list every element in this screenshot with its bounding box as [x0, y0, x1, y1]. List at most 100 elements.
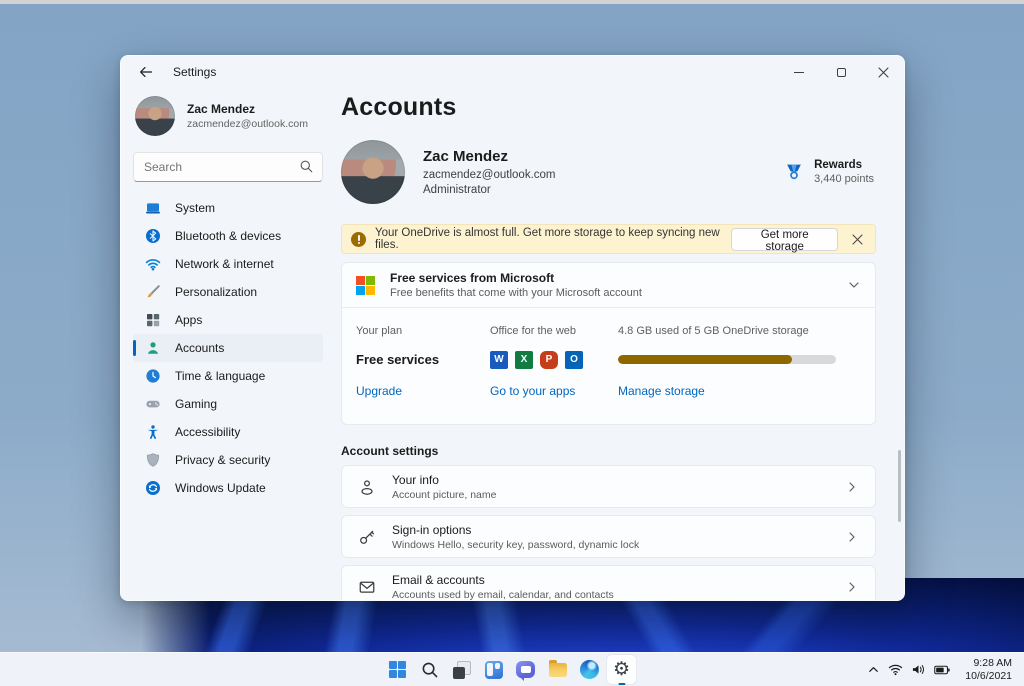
- your-info-row[interactable]: Your info Account picture, name: [341, 465, 876, 508]
- sidebar-item-label: Privacy & security: [175, 453, 271, 467]
- chevron-down-icon: [849, 282, 859, 288]
- taskbar-search-button[interactable]: [415, 655, 444, 684]
- clock[interactable]: 9:28 AM 10/6/2021: [959, 657, 1018, 683]
- main-content: Accounts Zac Mendez zacmendez@outlook.co…: [333, 88, 904, 601]
- office-app-icons: W X P O: [490, 350, 618, 369]
- sidebar-item-gaming[interactable]: Gaming: [133, 390, 323, 418]
- sidebar-item-label: Bluetooth & devices: [175, 229, 282, 243]
- chevron-right-icon: [849, 531, 855, 542]
- profile-name: Zac Mendez: [423, 148, 509, 165]
- powerpoint-icon: P: [540, 350, 558, 369]
- word-icon: W: [490, 350, 508, 369]
- volume-icon[interactable]: [911, 663, 926, 676]
- maximize-icon: [836, 67, 846, 77]
- titlebar[interactable]: Settings: [121, 56, 904, 88]
- free-services-title: Free services from Microsoft: [390, 271, 555, 285]
- banner-message: Your OneDrive is almost full. Get more s…: [375, 227, 720, 251]
- back-arrow-icon: [140, 67, 153, 77]
- row-title: Email & accounts: [392, 572, 485, 587]
- file-explorer-button[interactable]: [543, 655, 572, 684]
- sidebar-item-time-language[interactable]: Time & language: [133, 362, 323, 390]
- get-more-storage-button[interactable]: Get more storage: [730, 227, 839, 253]
- window-title: Settings: [173, 65, 217, 79]
- sidebar-item-network[interactable]: Network & internet: [133, 250, 323, 278]
- sidebar-item-bluetooth[interactable]: Bluetooth & devices: [133, 222, 323, 250]
- sidebar-nav: System Bluetooth & devices Network & int…: [133, 194, 323, 502]
- privacy-icon: [146, 453, 160, 467]
- sidebar-user-card[interactable]: Zac Mendez zacmendez@outlook.com: [133, 94, 323, 138]
- accessibility-icon: [147, 425, 159, 440]
- maximize-button[interactable]: [820, 56, 862, 88]
- search-icon: [422, 662, 437, 677]
- start-icon: [388, 660, 407, 679]
- warning-icon: [351, 231, 366, 247]
- settings-taskbar-button[interactable]: ⚙: [606, 655, 636, 684]
- office-label: Office for the web: [490, 325, 577, 337]
- email-accounts-row[interactable]: Email & accounts Accounts used by email,…: [341, 565, 876, 601]
- search-input[interactable]: [133, 152, 323, 182]
- banner-close-button[interactable]: [847, 228, 868, 250]
- minimize-button[interactable]: [778, 56, 820, 88]
- sidebar-item-accessibility[interactable]: Accessibility: [133, 418, 323, 446]
- sign-in-options-row[interactable]: Sign-in options Windows Hello, security …: [341, 515, 876, 558]
- sidebar-item-windows-update[interactable]: Windows Update: [133, 474, 323, 502]
- back-button[interactable]: [133, 61, 159, 83]
- sidebar-item-system[interactable]: System: [133, 194, 323, 222]
- row-title: Your info: [392, 472, 439, 487]
- free-services-subtitle: Free benefits that come with your Micros…: [390, 287, 642, 299]
- task-view-button[interactable]: [447, 655, 476, 684]
- settings-window: Settings Zac Mendez zacmendez@outlook.co…: [120, 55, 905, 601]
- rewards-badge[interactable]: Rewards 3,440 points: [783, 159, 876, 185]
- sidebar-item-personalization[interactable]: Personalization: [133, 278, 323, 306]
- go-to-apps-link[interactable]: Go to your apps: [490, 384, 618, 398]
- free-services-card: Free services from Microsoft Free benefi…: [341, 262, 876, 425]
- key-icon: [360, 530, 375, 544]
- account-settings-heading: Account settings: [341, 444, 439, 458]
- profile-role: Administrator: [423, 184, 491, 196]
- profile-email: zacmendez@outlook.com: [423, 169, 556, 181]
- close-button[interactable]: [862, 56, 904, 88]
- tray-time: 9:28 AM: [973, 656, 1012, 669]
- mail-icon: [359, 581, 375, 593]
- row-subtitle: Accounts used by email, calendar, and co…: [392, 588, 614, 601]
- free-services-header[interactable]: Free services from Microsoft Free benefi…: [342, 263, 875, 307]
- edge-icon: [579, 660, 599, 679]
- network-icon: [145, 259, 161, 271]
- microsoft-logo-icon: [356, 275, 375, 295]
- widgets-button[interactable]: [479, 655, 508, 684]
- upgrade-link[interactable]: Upgrade: [356, 384, 490, 398]
- row-subtitle: Account picture, name: [392, 488, 497, 501]
- chevron-right-icon: [849, 481, 855, 492]
- profile-avatar: [341, 140, 405, 204]
- chat-icon: [515, 661, 535, 681]
- tray-chevron-up-icon[interactable]: [867, 663, 880, 676]
- chat-button[interactable]: [511, 655, 540, 684]
- sidebar-item-accounts[interactable]: Accounts: [133, 334, 323, 362]
- profile-header: Zac Mendez zacmendez@outlook.com Adminis…: [341, 140, 876, 204]
- sidebar-item-label: Windows Update: [175, 481, 266, 495]
- row-title: Sign-in options: [392, 522, 472, 537]
- sidebar-item-privacy-security[interactable]: Privacy & security: [133, 446, 323, 474]
- search-icon: [300, 160, 313, 173]
- wifi-icon[interactable]: [888, 663, 903, 676]
- search-box: [133, 152, 323, 182]
- battery-icon[interactable]: [934, 664, 950, 676]
- edge-button[interactable]: [575, 655, 604, 684]
- start-button[interactable]: [383, 655, 412, 684]
- system-tray: 9:28 AM 10/6/2021: [865, 653, 1018, 686]
- plan-column: Your plan Free services Upgrade: [356, 325, 490, 398]
- sidebar-item-label: Network & internet: [175, 257, 274, 271]
- desktop: Settings Zac Mendez zacmendez@outlook.co…: [0, 0, 1024, 686]
- scrollbar[interactable]: [898, 450, 901, 522]
- sidebar-item-apps[interactable]: Apps: [133, 306, 323, 334]
- excel-icon: X: [515, 350, 533, 369]
- rewards-icon: [787, 164, 801, 180]
- rewards-points: 3,440 points: [814, 173, 874, 185]
- manage-storage-link[interactable]: Manage storage: [618, 384, 861, 398]
- storage-label: 4.8 GB used of 5 GB OneDrive storage: [618, 325, 809, 337]
- task-view-icon: [452, 660, 471, 679]
- user-name: Zac Mendez: [187, 102, 256, 116]
- close-icon: [852, 233, 863, 245]
- window-controls: [778, 56, 904, 88]
- rewards-label: Rewards: [814, 159, 862, 171]
